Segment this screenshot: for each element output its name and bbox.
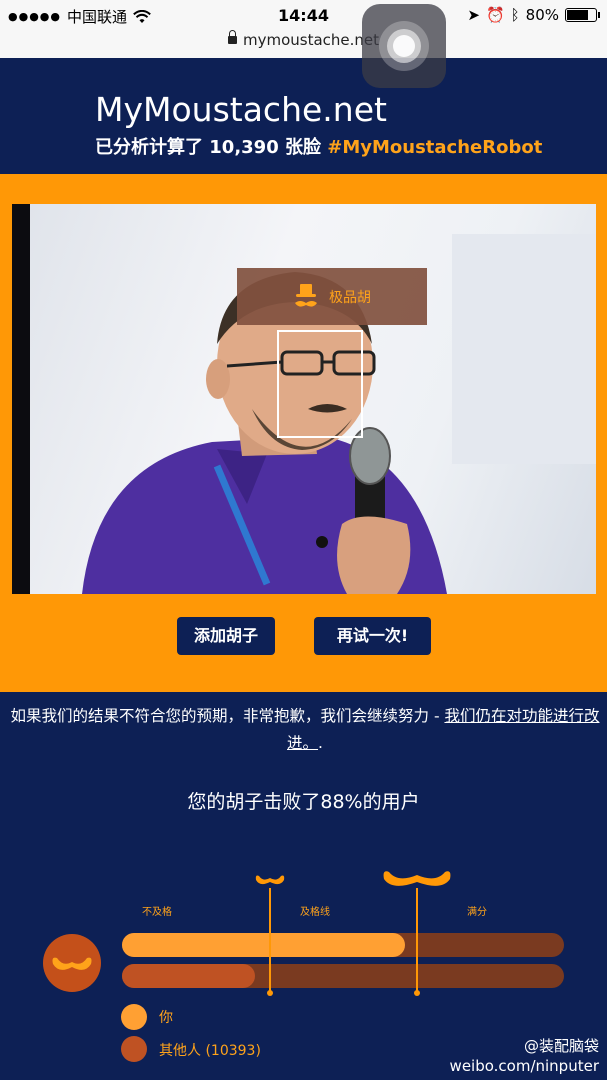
- watermark-url: weibo.com/ninputer: [449, 1057, 599, 1075]
- status-bar: ●●●●● 中国联通 14:44 ➤ ⏰ ᛒ 80% mymoustache.n…: [0, 0, 607, 58]
- face-detection-box: [277, 330, 363, 438]
- try-again-button[interactable]: 再试一次!: [314, 617, 431, 655]
- photo-section: 极品胡 添加胡子 再试一次!: [0, 174, 607, 692]
- bluetooth-icon: ᛒ: [510, 6, 520, 24]
- tagline-count: 已分析计算了 10,390 张脸: [95, 137, 328, 158]
- watermark-handle: @装配脑袋: [523, 1037, 599, 1055]
- apology-text: 如果我们的结果不符合您的预期，非常抱歉，我们会继续努力 - 我们仍在对功能进行改…: [10, 703, 600, 757]
- status-icons: ➤ ⏰ ᛒ 80%: [467, 6, 600, 24]
- url-text: mymoustache.net: [242, 31, 380, 49]
- alarm-icon: ⏰: [485, 6, 505, 24]
- location-icon: ➤: [467, 6, 480, 24]
- add-moustache-button[interactable]: 添加胡子: [177, 617, 275, 655]
- level-full-label: 满分: [467, 907, 487, 918]
- weibo-watermark: @装配脑袋 weibo.com/ninputer: [450, 1036, 599, 1076]
- uploaded-photo: 极品胡: [12, 204, 596, 594]
- tagline-hashtag[interactable]: #MyMoustacheRobot: [327, 137, 542, 158]
- level-fail-label: 不及格: [142, 907, 172, 918]
- small-moustache-icon: [255, 875, 285, 885]
- result-headline: 您的胡子击败了88%的用户: [187, 791, 420, 813]
- assistive-touch-button[interactable]: [362, 4, 446, 88]
- legend-others-dot: [121, 1036, 147, 1062]
- lock-icon: [227, 30, 237, 44]
- apology-suffix: .: [318, 734, 323, 752]
- site-title: MyMoustache.net: [95, 90, 387, 129]
- level-pass-label: 及格线: [300, 907, 330, 918]
- battery-percent: 80%: [525, 6, 559, 24]
- full-mark-marker: [416, 888, 418, 994]
- you-bar: [122, 933, 405, 957]
- rating-label-text: 极品胡: [329, 289, 371, 306]
- moustache-avatar-icon: [52, 957, 92, 970]
- tagline: 已分析计算了 10,390 张脸 #MyMoustacheRobot: [95, 133, 542, 159]
- pass-line-marker: [269, 888, 271, 994]
- legend-others-label: 其他人 (10393): [159, 1043, 261, 1059]
- battery-icon: [565, 8, 600, 22]
- top-hat-moustache-icon: [295, 283, 317, 307]
- legend-you-dot: [121, 1004, 147, 1030]
- rating-label: 极品胡: [237, 268, 427, 325]
- pass-line-dot: [267, 990, 273, 996]
- others-bar: [122, 964, 255, 988]
- legend-you-label: 你: [159, 1010, 173, 1026]
- full-mark-dot: [414, 990, 420, 996]
- address-bar[interactable]: mymoustache.net: [0, 30, 607, 49]
- apology-message: 如果我们的结果不符合您的预期，非常抱歉，我们会继续努力 -: [10, 707, 445, 725]
- user-avatar: [43, 934, 101, 992]
